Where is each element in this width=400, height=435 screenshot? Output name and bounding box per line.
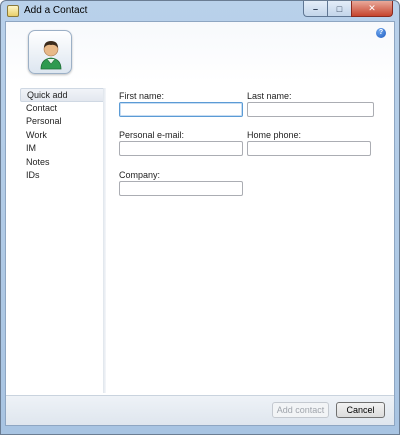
personal-email-field[interactable] xyxy=(119,141,243,156)
window-title: Add a Contact xyxy=(24,5,88,16)
maximize-button[interactable]: □ xyxy=(327,1,351,17)
dialog-body: ? Quick add Contact Personal Work IM Not… xyxy=(5,21,395,426)
nav-divider xyxy=(103,88,106,393)
home-phone-label: Home phone: xyxy=(247,130,302,140)
personal-email-label: Personal e-mail: xyxy=(119,130,185,140)
first-name-label: First name: xyxy=(119,91,165,101)
company-field[interactable] xyxy=(119,181,243,196)
nav-item-personal[interactable]: Personal xyxy=(20,115,106,129)
title-bar[interactable]: Add a Contact – □ ✕ xyxy=(1,1,399,21)
last-name-field[interactable] xyxy=(247,102,374,117)
company-label: Company: xyxy=(119,170,161,180)
nav-item-contact[interactable]: Contact xyxy=(20,102,106,116)
header-band: ? xyxy=(6,22,394,82)
dialog-footer: Add contact Cancel xyxy=(6,395,394,425)
home-phone-field[interactable] xyxy=(247,141,371,156)
close-button[interactable]: ✕ xyxy=(351,1,393,17)
add-contact-button[interactable]: Add contact xyxy=(272,402,329,418)
window-controls: – □ ✕ xyxy=(303,1,393,17)
nav-item-quick-add[interactable]: Quick add xyxy=(20,88,106,102)
nav-item-notes[interactable]: Notes xyxy=(20,156,106,170)
help-icon[interactable]: ? xyxy=(376,28,386,38)
app-icon xyxy=(7,5,19,17)
add-contact-window: Add a Contact – □ ✕ ? Quick add Contact … xyxy=(0,0,400,435)
last-name-label: Last name: xyxy=(247,91,292,101)
nav-item-im[interactable]: IM xyxy=(20,142,106,156)
nav-item-ids[interactable]: IDs xyxy=(20,169,106,183)
minimize-button[interactable]: – xyxy=(303,1,327,17)
cancel-button[interactable]: Cancel xyxy=(336,402,385,418)
category-nav: Quick add Contact Personal Work IM Notes… xyxy=(20,88,106,183)
nav-item-work[interactable]: Work xyxy=(20,129,106,143)
contact-avatar-icon xyxy=(28,30,72,74)
first-name-field[interactable] xyxy=(119,102,243,117)
